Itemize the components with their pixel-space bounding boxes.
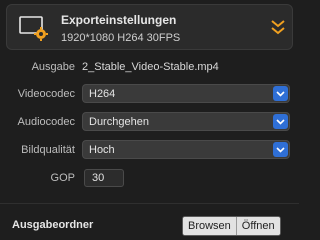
export-settings-card: Exporteinstellungen 1920*1080 H264 30FPS: [6, 4, 293, 50]
audiocodec-select[interactable]: Durchgehen: [82, 112, 290, 131]
audiocodec-value: Durchgehen: [89, 116, 149, 128]
videocodec-value: H264: [89, 88, 116, 100]
chevron-down-icon: [273, 86, 288, 101]
gop-value: 30: [92, 172, 105, 184]
double-chevron-down-icon[interactable]: [270, 17, 286, 37]
gop-input[interactable]: 30: [84, 169, 124, 187]
browse-button[interactable]: Browsen: [183, 217, 236, 235]
output-filename: 2_Stable_Video-Stable.mp4: [82, 61, 219, 73]
quality-label: Bildqualität: [21, 144, 75, 156]
export-settings-title: Exporteinstellungen: [61, 13, 177, 27]
audiocodec-label: Audiocodec: [17, 116, 76, 128]
chevron-down-icon: [273, 142, 288, 157]
videocodec-label: Videocodec: [17, 88, 75, 100]
output-folder-button-group: Browsen Öffnen: [182, 216, 281, 236]
output-label: Ausgabe: [31, 61, 75, 73]
divider: [0, 203, 299, 204]
output-folder-title: Ausgabeordner: [12, 219, 94, 231]
videocodec-select[interactable]: H264: [82, 84, 290, 103]
monitor-gear-icon: [19, 16, 48, 41]
open-button[interactable]: Öffnen: [235, 217, 280, 235]
export-settings-summary: 1920*1080 H264 30FPS: [61, 32, 181, 44]
quality-select[interactable]: Hoch: [82, 140, 290, 159]
quality-value: Hoch: [89, 144, 115, 156]
gop-label: GOP: [50, 172, 75, 184]
chevron-down-icon: [273, 114, 288, 129]
